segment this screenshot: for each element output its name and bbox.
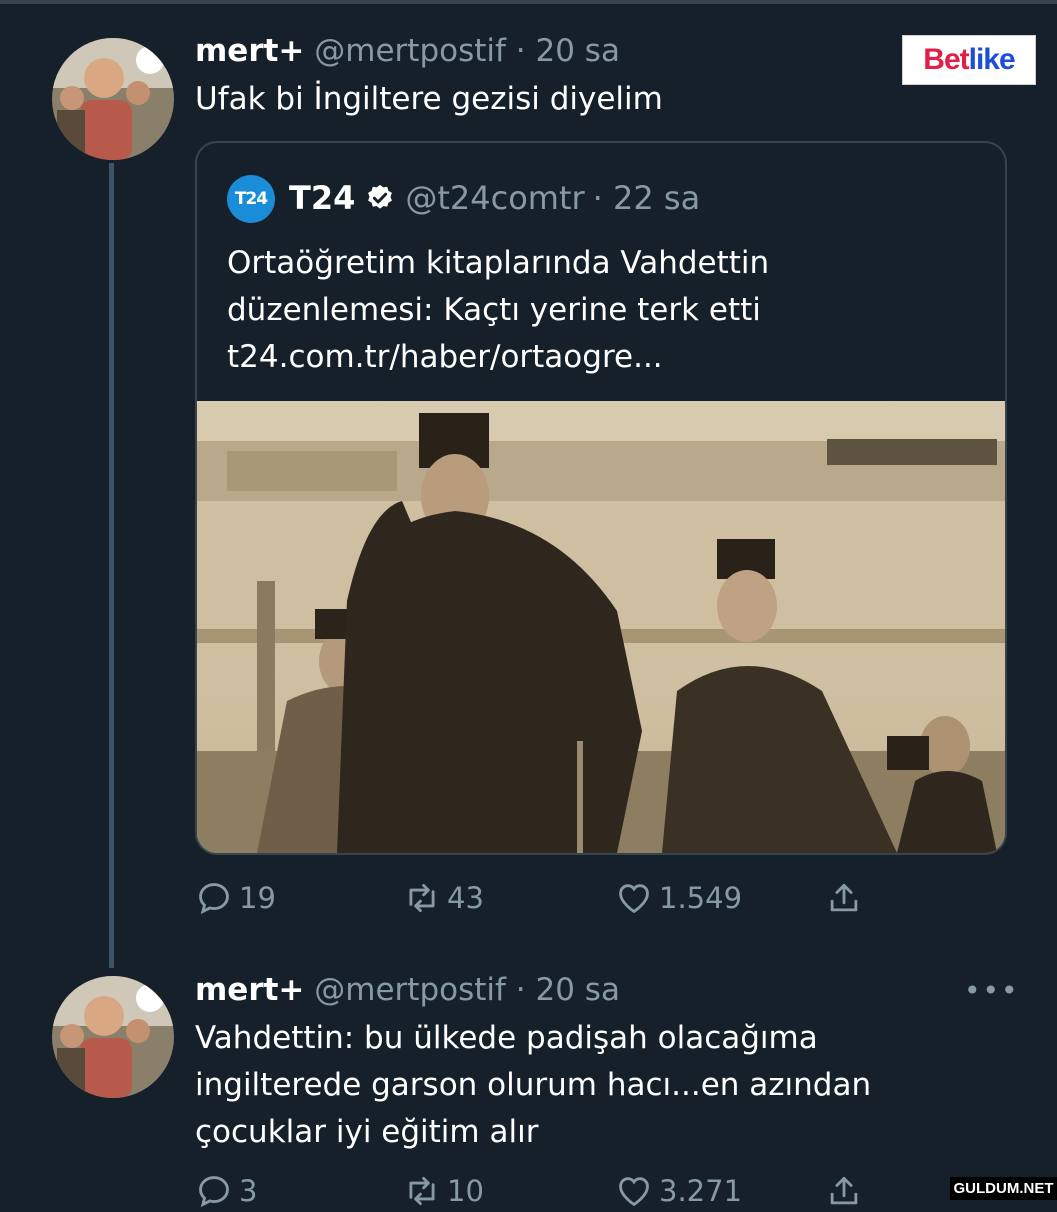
reply-icon [199,1176,229,1208]
tweet-text-line: Vahdettin: bu ülkede padişah olacağıma [195,1020,818,1056]
more-options-button[interactable]: ••• [964,974,1020,1007]
quoted-handle[interactable]: @t24comtr [405,179,584,217]
like-icon [619,1177,649,1207]
tweet-header: mert+ @mertpostif · 20 sa [195,972,620,1008]
brand-logo-part: Bet [923,43,969,76]
quoted-text-line: düzenlemesi: Kaçtı yerine terk etti [227,292,761,328]
avatar[interactable] [52,38,174,160]
quoted-text-line: Ortaöğretim kitaplarında Vahdettin [227,245,770,281]
tweet-actions: 3 10 3.271 [195,1172,895,1212]
t24-logo-avatar[interactable]: T24 [227,175,275,223]
timestamp[interactable]: · 20 sa [516,972,620,1008]
tweet-text: Vahdettin: bu ülkede padişah olacağıma i… [195,1015,871,1156]
tweet-header: mert+ @mertpostif · 20 sa [195,33,620,69]
avatar[interactable] [52,976,174,1098]
timestamp[interactable]: · 20 sa [516,33,620,69]
quoted-tweet-card[interactable]: T24 T24 @t24comtr · 22 sa Ortaöğretim ki… [195,141,1007,855]
quoted-timestamp[interactable]: · 22 sa [593,179,701,217]
retweet-icon [409,883,435,913]
share-icon [830,1176,858,1205]
retweet-count: 43 [447,881,484,915]
quoted-link[interactable]: t24.com.tr/haber/ortaogre... [227,334,769,381]
like-count: 3.271 [659,1174,743,1208]
verified-icon [368,184,393,209]
like-button[interactable]: 1.549 [615,879,742,917]
share-icon [830,883,858,912]
like-icon [619,884,649,914]
reply-count: 19 [239,881,276,915]
tweet-text-line: çocuklar iyi eğitim alır [195,1114,539,1150]
reply-button[interactable]: 3 [195,1172,257,1210]
share-button[interactable] [825,879,869,917]
retweet-count: 10 [447,1174,484,1208]
reply-button[interactable]: 19 [195,879,276,917]
retweet-button[interactable]: 43 [403,879,484,917]
display-name[interactable]: mert+ [195,33,304,69]
brand-logo: Bet like [902,35,1036,85]
quoted-tweet-header: T24 @t24comtr · 22 sa [289,179,700,217]
quoted-tweet-text: Ortaöğretim kitaplarında Vahdettin düzen… [227,240,769,381]
reply-count: 3 [239,1174,258,1208]
like-count: 1.549 [659,881,743,915]
brand-logo-part: like [968,43,1016,76]
handle[interactable]: @mertpostif [314,33,506,69]
thread-connector [109,163,114,968]
tweet-actions: 19 43 1.549 [195,879,895,919]
historical-photo[interactable] [197,401,1005,853]
quoted-display-name[interactable]: T24 [289,179,355,217]
tweet-text: Ufak bi İngiltere gezisi diyelim [195,81,663,117]
tweet-text-line: ingilterede garson olurum hacı...en azın… [195,1067,872,1103]
retweet-icon [409,1176,435,1206]
share-button[interactable] [825,1172,869,1210]
reply-icon [199,883,229,915]
retweet-button[interactable]: 10 [403,1172,484,1210]
top-divider [0,0,1057,4]
site-watermark: GULDUM.NET [950,1177,1057,1200]
display-name[interactable]: mert+ [195,972,304,1008]
handle[interactable]: @mertpostif [314,972,506,1008]
like-button[interactable]: 3.271 [615,1172,742,1210]
